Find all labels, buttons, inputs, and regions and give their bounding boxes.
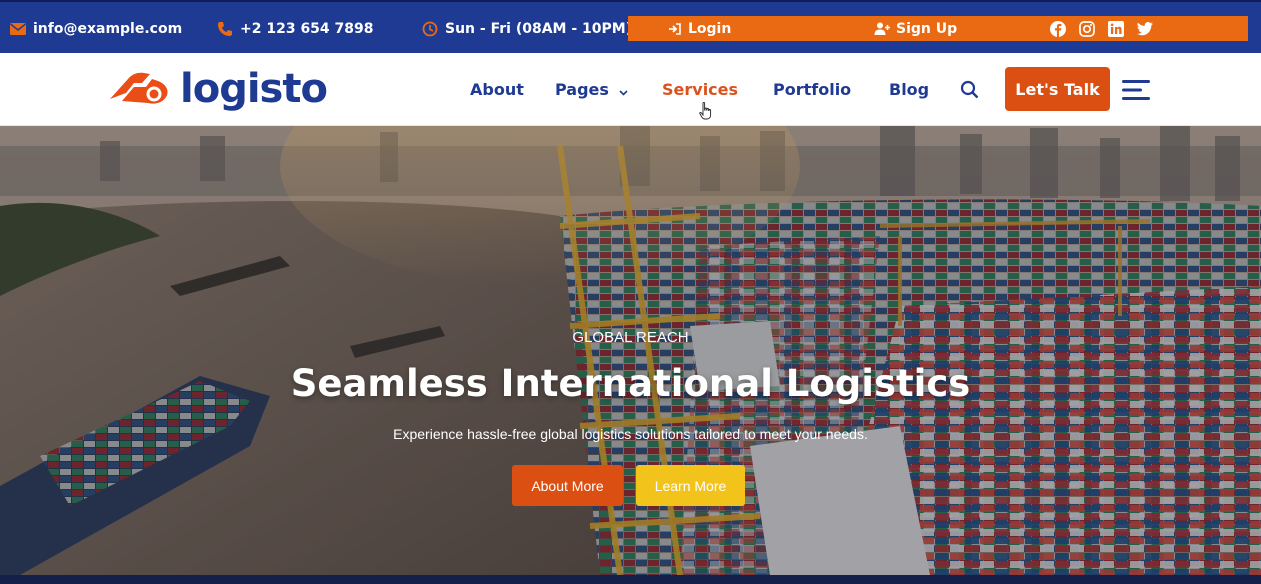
hero-subtitle: Experience hassle-free global logistics … bbox=[393, 426, 868, 442]
social-links bbox=[1048, 19, 1154, 38]
linkedin-icon[interactable] bbox=[1106, 19, 1125, 38]
twitter-icon[interactable] bbox=[1135, 19, 1154, 38]
nav-about[interactable]: About bbox=[470, 80, 524, 99]
learn-more-button[interactable]: Learn More bbox=[636, 465, 745, 506]
hero-overlay bbox=[0, 126, 1261, 575]
login-label: Login bbox=[688, 20, 732, 37]
phone-contact[interactable]: +2 123 654 7898 bbox=[216, 19, 374, 39]
lets-talk-button[interactable]: Let's Talk bbox=[1005, 67, 1110, 111]
clock-icon bbox=[421, 21, 439, 37]
sign-in-icon bbox=[668, 22, 682, 35]
email-contact[interactable]: info@example.com bbox=[9, 19, 182, 39]
signup-label: Sign Up bbox=[896, 20, 958, 37]
nav-portfolio[interactable]: Portfolio bbox=[773, 80, 851, 99]
about-more-button[interactable]: About More bbox=[512, 465, 623, 506]
hand-cursor-icon bbox=[699, 102, 713, 120]
account-bar: Login Sign Up bbox=[628, 16, 1248, 41]
nav-pages-label: Pages bbox=[555, 80, 609, 99]
next-section-edge bbox=[0, 575, 1261, 584]
search-icon[interactable] bbox=[960, 80, 980, 100]
business-hours: Sun - Fri (08AM - 10PM) bbox=[421, 19, 632, 39]
logo-mark-icon bbox=[108, 69, 174, 109]
user-plus-icon bbox=[874, 22, 890, 35]
signup-link[interactable]: Sign Up bbox=[874, 16, 957, 41]
hero-section: GLOBAL REACH Seamless International Logi… bbox=[0, 126, 1261, 575]
menu-icon[interactable] bbox=[1122, 79, 1150, 101]
hero-title: Seamless International Logistics bbox=[290, 362, 971, 405]
chevron-down-icon bbox=[618, 81, 628, 100]
nav-blog[interactable]: Blog bbox=[889, 80, 929, 99]
hero-eyebrow: GLOBAL REACH bbox=[572, 329, 689, 346]
logo-text: logisto bbox=[180, 66, 328, 112]
main-header: logisto About Pages Services Portfolio B… bbox=[0, 53, 1261, 126]
phone-text: +2 123 654 7898 bbox=[240, 21, 374, 37]
instagram-icon[interactable] bbox=[1077, 19, 1096, 38]
logo[interactable]: logisto bbox=[108, 66, 328, 112]
top-info-bar: info@example.com +2 123 654 7898 Sun - F… bbox=[0, 0, 1261, 53]
login-link[interactable]: Login bbox=[668, 16, 731, 41]
facebook-icon[interactable] bbox=[1048, 19, 1067, 38]
email-text: info@example.com bbox=[33, 21, 183, 37]
envelope-icon bbox=[9, 21, 27, 37]
nav-pages[interactable]: Pages bbox=[555, 80, 628, 100]
hours-text: Sun - Fri (08AM - 10PM) bbox=[445, 21, 633, 37]
phone-icon bbox=[216, 21, 234, 37]
nav-services[interactable]: Services bbox=[662, 80, 738, 99]
